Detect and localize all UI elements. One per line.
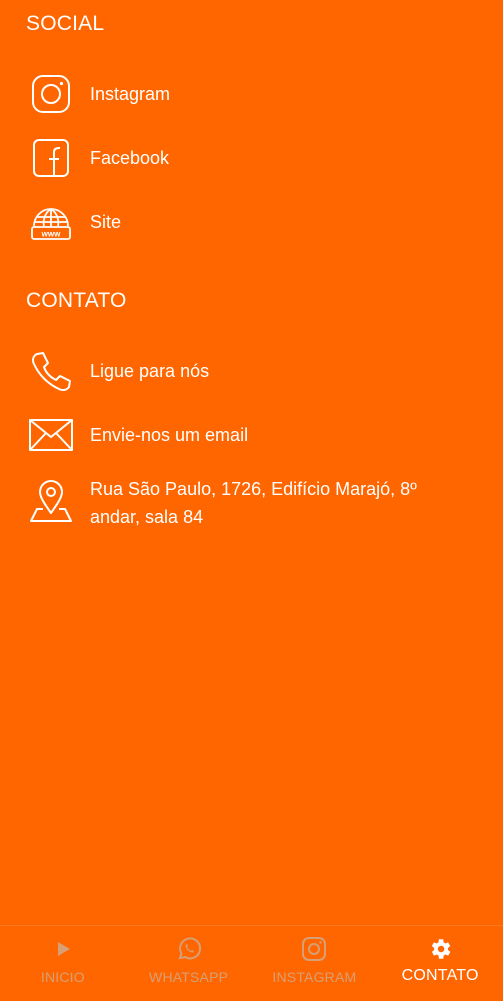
envelope-icon xyxy=(26,410,76,460)
social-item-label: Facebook xyxy=(90,148,170,168)
contato-item-label: Envie-nos um email xyxy=(90,425,249,445)
facebook-icon xyxy=(26,133,76,183)
contato-item-address[interactable]: Rua São Paulo, 1726, Edifício Marajó, 8º… xyxy=(26,475,483,531)
contato-item-label: Rua São Paulo, 1726, Edifício Marajó, 8º… xyxy=(90,479,417,527)
nav-item-whatsapp[interactable]: WHATSAPP xyxy=(126,926,252,1001)
nav-item-contato[interactable]: CONTATO xyxy=(377,926,503,1001)
nav-label: CONTATO xyxy=(401,967,479,984)
social-item-label: Site xyxy=(90,212,122,232)
social-item-label: Instagram xyxy=(90,84,171,104)
contato-section-title: CONTATO xyxy=(26,289,127,312)
nav-item-inicio[interactable]: INICIO xyxy=(0,926,126,1001)
instagram-icon xyxy=(26,69,76,119)
whatsapp-icon xyxy=(175,935,203,963)
nav-label: INSTAGRAM xyxy=(272,969,357,985)
social-item-site[interactable]: www Site xyxy=(26,197,483,247)
map-pin-icon xyxy=(26,475,76,525)
globe-www-icon: www xyxy=(26,197,76,247)
social-item-instagram[interactable]: Instagram xyxy=(26,69,483,119)
nav-label: WHATSAPP xyxy=(149,969,229,985)
contato-item-phone[interactable]: Ligue para nós xyxy=(26,346,483,396)
svg-text:www: www xyxy=(41,230,61,239)
nav-label: INICIO xyxy=(40,969,85,985)
social-item-facebook[interactable]: Facebook xyxy=(26,133,483,183)
bottom-navigation: INICIO WHATSAPP INSTAGRAM CONTATO xyxy=(0,925,503,1001)
contato-item-email[interactable]: Envie-nos um email xyxy=(26,410,483,460)
gear-icon xyxy=(426,935,454,963)
nav-item-instagram[interactable]: INSTAGRAM xyxy=(252,926,378,1001)
play-icon xyxy=(49,935,77,963)
social-section-title: SOCIAL xyxy=(26,12,105,35)
instagram-icon xyxy=(300,935,328,963)
contato-item-label: Ligue para nós xyxy=(90,361,210,381)
phone-icon xyxy=(26,346,76,396)
